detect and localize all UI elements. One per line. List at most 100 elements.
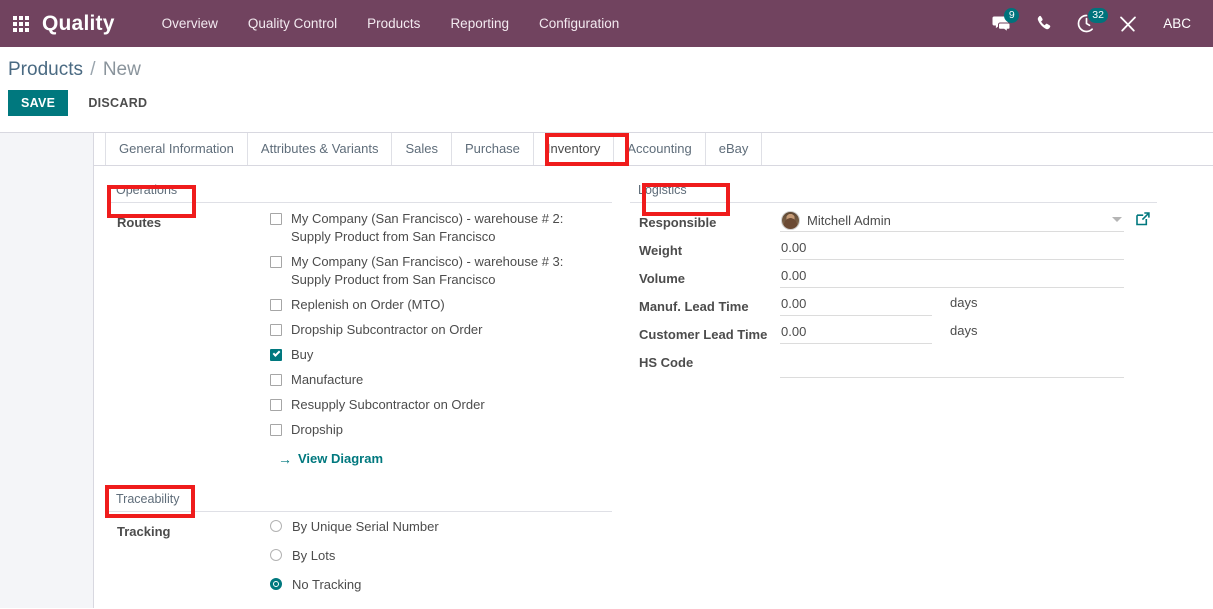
tracking-option-label: By Unique Serial Number — [292, 518, 439, 534]
weight-field: Weight 0.00 — [630, 238, 1157, 266]
responsible-field: Responsible Mitchell Admin — [630, 210, 1157, 238]
checkbox-icon[interactable] — [270, 256, 282, 268]
logistics-group-title: Logistics — [630, 180, 1157, 203]
route-checkbox-dropship-subcontractor-on-order[interactable]: Dropship Subcontractor on Order — [270, 321, 612, 339]
external-link-icon[interactable] — [1136, 212, 1150, 229]
route-label: My Company (San Francisco) - warehouse #… — [291, 211, 564, 244]
debug-wrench-icon[interactable] — [1109, 0, 1147, 47]
inventory-tab-content: Operations Routes My Company (San Franci… — [94, 166, 1213, 606]
save-button[interactable]: SAVE — [8, 90, 69, 116]
operations-group-title: Operations — [108, 180, 612, 203]
apps-grid-icon[interactable] — [4, 15, 38, 32]
checkbox-icon[interactable] — [270, 399, 282, 411]
route-checkbox-warehouse-2[interactable]: My Company (San Francisco) - warehouse #… — [270, 210, 612, 246]
nav-item-quality-control[interactable]: Quality Control — [233, 0, 352, 47]
tab-purchase[interactable]: Purchase — [450, 133, 533, 165]
manuf-lead-time-input[interactable]: 0.00 — [780, 294, 932, 316]
left-column: Operations Routes My Company (San Franci… — [94, 180, 612, 606]
responsible-value: Mitchell Admin — [807, 212, 891, 228]
route-label: Dropship — [291, 422, 344, 437]
checkbox-icon[interactable] — [270, 374, 282, 386]
weight-label: Weight — [639, 243, 683, 258]
tracking-label: Tracking — [117, 523, 171, 539]
route-label: Replenish on Order (MTO) — [291, 297, 445, 312]
tracking-radio-list: By Unique Serial Number By Lots No Track… — [270, 519, 612, 606]
checkbox-icon[interactable] — [270, 424, 282, 436]
manuf-lead-time-unit: days — [950, 295, 978, 310]
route-checkbox-resupply-subcontractor-on-order[interactable]: Resupply Subcontractor on Order — [270, 396, 612, 414]
route-checkbox-dropship[interactable]: Dropship — [270, 421, 612, 439]
radio-icon[interactable] — [270, 549, 282, 561]
radio-icon[interactable] — [270, 520, 282, 532]
route-label: Resupply Subcontractor on Order — [291, 397, 485, 412]
hs-code-label: HS Code — [639, 355, 694, 370]
tracking-option-label: By Lots — [292, 547, 336, 563]
hs-code-input[interactable] — [780, 356, 1124, 378]
route-label: Buy — [291, 347, 314, 362]
weight-input[interactable]: 0.00 — [780, 238, 1124, 260]
tab-general-information[interactable]: General Information — [105, 133, 247, 165]
route-checkbox-manufacture[interactable]: Manufacture — [270, 371, 612, 389]
route-checkbox-warehouse-3[interactable]: My Company (San Francisco) - warehouse #… — [270, 253, 612, 289]
route-label: My Company (San Francisco) - warehouse #… — [291, 254, 564, 287]
tracking-option-no-tracking[interactable]: No Tracking — [270, 577, 612, 592]
tab-accounting[interactable]: Accounting — [613, 133, 704, 165]
form-sheet: General Information Attributes & Variant… — [93, 133, 1213, 608]
customer-lead-time-label: Customer Lead Time — [639, 327, 768, 342]
tab-sales[interactable]: Sales — [391, 133, 451, 165]
nav-item-reporting[interactable]: Reporting — [435, 0, 524, 47]
control-panel: Products / New SAVE DISCARD — [0, 47, 1213, 133]
customer-lead-time-input[interactable]: 0.00 — [780, 322, 932, 344]
route-checkbox-buy[interactable]: Buy — [270, 346, 612, 364]
traceability-group-title: Traceability — [108, 489, 612, 512]
nav-item-products[interactable]: Products — [352, 0, 435, 47]
top-navbar: Quality Overview Quality Control Product… — [0, 0, 1213, 47]
volume-label: Volume — [639, 271, 685, 286]
responsible-label: Responsible — [639, 215, 717, 230]
view-diagram-label: View Diagram — [298, 451, 384, 466]
tab-inventory[interactable]: Inventory — [532, 133, 614, 165]
breadcrumb-products[interactable]: Products — [8, 59, 83, 80]
messages-icon[interactable]: 9 — [983, 0, 1021, 47]
app-brand-quality[interactable]: Quality — [42, 12, 115, 36]
volume-input[interactable]: 0.00 — [780, 266, 1124, 288]
caret-down-icon[interactable] — [1112, 217, 1122, 222]
nav-item-overview[interactable]: Overview — [147, 0, 233, 47]
radio-selected-icon[interactable] — [270, 578, 282, 590]
routes-field: Routes My Company (San Francisco) - ware… — [108, 210, 612, 467]
systray: 9 32 ABC — [983, 0, 1213, 47]
breadcrumb-separator: / — [90, 59, 96, 80]
route-label: Dropship Subcontractor on Order — [291, 322, 483, 337]
manuf-lead-time-field: Manuf. Lead Time 0.00 days — [630, 294, 1157, 322]
user-avatar — [781, 211, 800, 230]
view-diagram-link[interactable]: → View Diagram — [278, 451, 383, 466]
nav-item-configuration[interactable]: Configuration — [524, 0, 634, 47]
tracking-option-by-lots[interactable]: By Lots — [270, 548, 612, 563]
body-area: General Information Attributes & Variant… — [0, 133, 1213, 608]
tab-ebay[interactable]: eBay — [704, 133, 763, 165]
checkbox-icon[interactable] — [270, 299, 282, 311]
routes-checkbox-list: My Company (San Francisco) - warehouse #… — [270, 210, 612, 467]
route-checkbox-replenish-on-order[interactable]: Replenish on Order (MTO) — [270, 296, 612, 314]
checkbox-checked-icon[interactable] — [270, 349, 282, 361]
activities-badge: 32 — [1088, 8, 1108, 23]
checkbox-icon[interactable] — [270, 324, 282, 336]
tracking-field: Tracking By Unique Serial Number By Lots — [108, 519, 612, 606]
responsible-input[interactable]: Mitchell Admin — [780, 210, 1124, 232]
customer-lead-time-field: Customer Lead Time 0.00 days — [630, 322, 1157, 350]
manuf-lead-time-label: Manuf. Lead Time — [639, 299, 749, 314]
activities-clock-icon[interactable]: 32 — [1067, 0, 1108, 47]
user-menu[interactable]: ABC — [1151, 16, 1201, 31]
breadcrumb-current: New — [102, 59, 141, 80]
phone-icon[interactable] — [1025, 0, 1063, 47]
tab-attributes-variants[interactable]: Attributes & Variants — [246, 133, 392, 165]
checkbox-icon[interactable] — [270, 213, 282, 225]
hs-code-field: HS Code — [630, 350, 1157, 378]
tracking-option-label: No Tracking — [292, 576, 362, 592]
apps-grid-glyph — [13, 15, 29, 32]
tracking-option-serial-number[interactable]: By Unique Serial Number — [270, 519, 612, 534]
messages-badge: 9 — [1004, 8, 1020, 23]
discard-button[interactable]: DISCARD — [82, 95, 153, 111]
breadcrumb: Products / New — [0, 47, 1213, 81]
arrow-right-icon: → — [278, 450, 292, 467]
